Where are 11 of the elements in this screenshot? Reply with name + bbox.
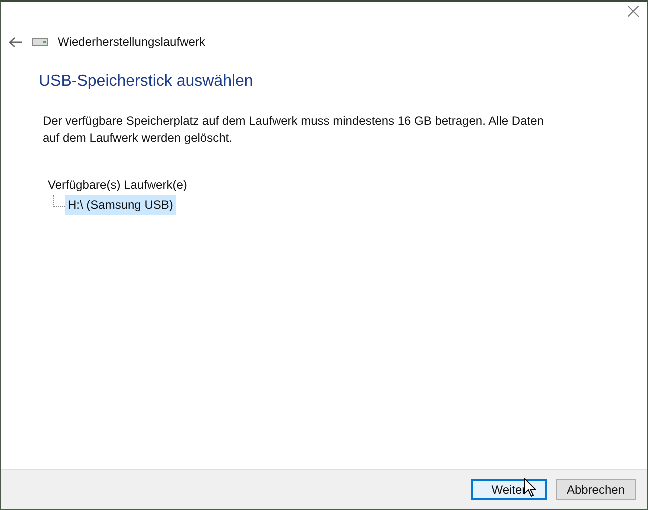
- drive-icon: [32, 38, 48, 46]
- back-arrow-icon[interactable]: [9, 36, 22, 48]
- dialog-button[interactable]: Weiter: [470, 479, 547, 500]
- tree-item[interactable]: Verfügbare(s) Laufwerk(e): [45, 175, 190, 196]
- mouse-cursor-icon: [524, 478, 536, 497]
- page-heading: USB-Speicherstick auswählen: [39, 72, 254, 92]
- tree-item[interactable]: H:\ (Samsung USB): [65, 195, 176, 216]
- dialog-button[interactable]: Abbrechen: [556, 479, 636, 500]
- description-text: Der verfügbare Speicherplatz auf dem Laufwerk muss mindestens 16 GB betragen. Alle Daten auf dem Laufwerk werden gelöscht.: [43, 113, 545, 148]
- close-icon[interactable]: [628, 6, 639, 17]
- window-title: Wiederherstellungslaufwerk: [58, 34, 206, 51]
